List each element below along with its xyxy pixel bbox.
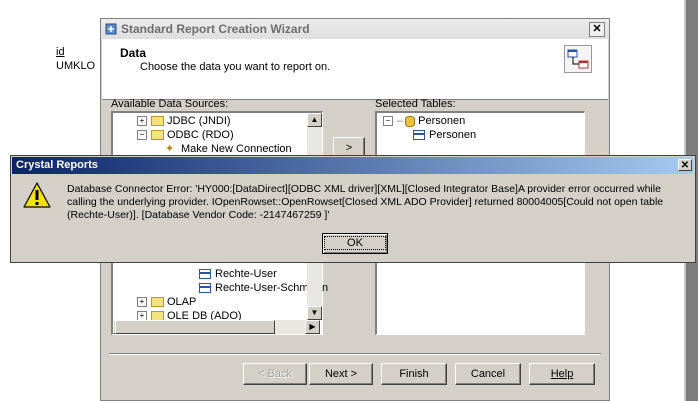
folder-icon [151, 297, 164, 308]
cancel-button[interactable]: Cancel [455, 363, 521, 385]
tree-item-olap[interactable]: + OLAP [137, 295, 196, 309]
wizard-step-title: Data [120, 46, 147, 60]
folder-icon [151, 116, 164, 127]
scroll-right-button[interactable]: ▶ [305, 320, 320, 334]
error-dialog-close-button[interactable]: ✕ [678, 159, 692, 171]
expand-icon[interactable]: + [137, 297, 147, 308]
error-dialog-title-bar[interactable]: Crystal Reports ✕ [12, 157, 694, 174]
wizard-title-bar[interactable]: Standard Report Creation Wizard ✕ [101, 19, 609, 39]
wizard-wand-icon: ✦ [165, 143, 175, 156]
tree-item-personen-db[interactable]: − – Personen [383, 114, 465, 128]
error-message: Database Connector Error: 'HY000:[DataDi… [67, 183, 664, 221]
error-dialog-title: Crystal Reports [16, 159, 98, 171]
table-link-icon [564, 45, 592, 73]
tree-item-rechte-user[interactable]: Rechte-User [199, 267, 277, 281]
available-sources-label: Available Data Sources: [111, 98, 229, 110]
tree-item-odbc[interactable]: − ODBC (RDO) [137, 128, 234, 142]
available-horizontal-scrollbar[interactable]: ◀ ▶ [113, 320, 320, 334]
collapse-icon[interactable]: − [383, 116, 393, 127]
horizontal-scroll-thumb[interactable] [115, 320, 275, 334]
footer-separator [109, 353, 601, 355]
database-icon [405, 115, 416, 127]
wizard-header: Data Choose the data you want to report … [102, 39, 608, 100]
wizard-app-icon [105, 23, 117, 35]
background-field-value: UMKLO [56, 60, 96, 72]
collapse-icon[interactable]: − [137, 130, 147, 141]
selected-tables-label: Selected Tables: [375, 98, 456, 110]
expand-icon[interactable]: + [137, 116, 147, 127]
table-icon [413, 130, 425, 141]
tree-item-personen-table[interactable]: Personen [413, 128, 476, 142]
back-button[interactable]: < Back [243, 363, 307, 385]
wizard-close-button[interactable]: ✕ [589, 22, 605, 37]
next-button[interactable]: Next > [309, 363, 373, 385]
scroll-up-button[interactable]: ▲ [307, 113, 322, 127]
scroll-down-button[interactable]: ▼ [307, 306, 322, 320]
tree-connector: – [397, 115, 404, 127]
finish-button[interactable]: Finish [381, 363, 447, 385]
wizard-step-subtitle: Choose the data you want to report on. [140, 61, 331, 73]
table-icon [199, 283, 211, 294]
wizard-title: Standard Report Creation Wizard [121, 22, 310, 36]
background-field-label: id [56, 46, 65, 58]
ok-button[interactable]: OK [322, 233, 388, 254]
tree-item-jdbc[interactable]: + JDBC (JNDI) [137, 114, 231, 128]
tree-item-make-new-connection[interactable]: ✦ Make New Connection [165, 142, 292, 156]
folder-icon [151, 130, 164, 141]
warning-icon [23, 182, 51, 208]
help-button[interactable]: Help [529, 363, 595, 385]
table-icon [199, 269, 211, 280]
error-dialog: Crystal Reports ✕ Database Connector Err… [10, 155, 696, 263]
